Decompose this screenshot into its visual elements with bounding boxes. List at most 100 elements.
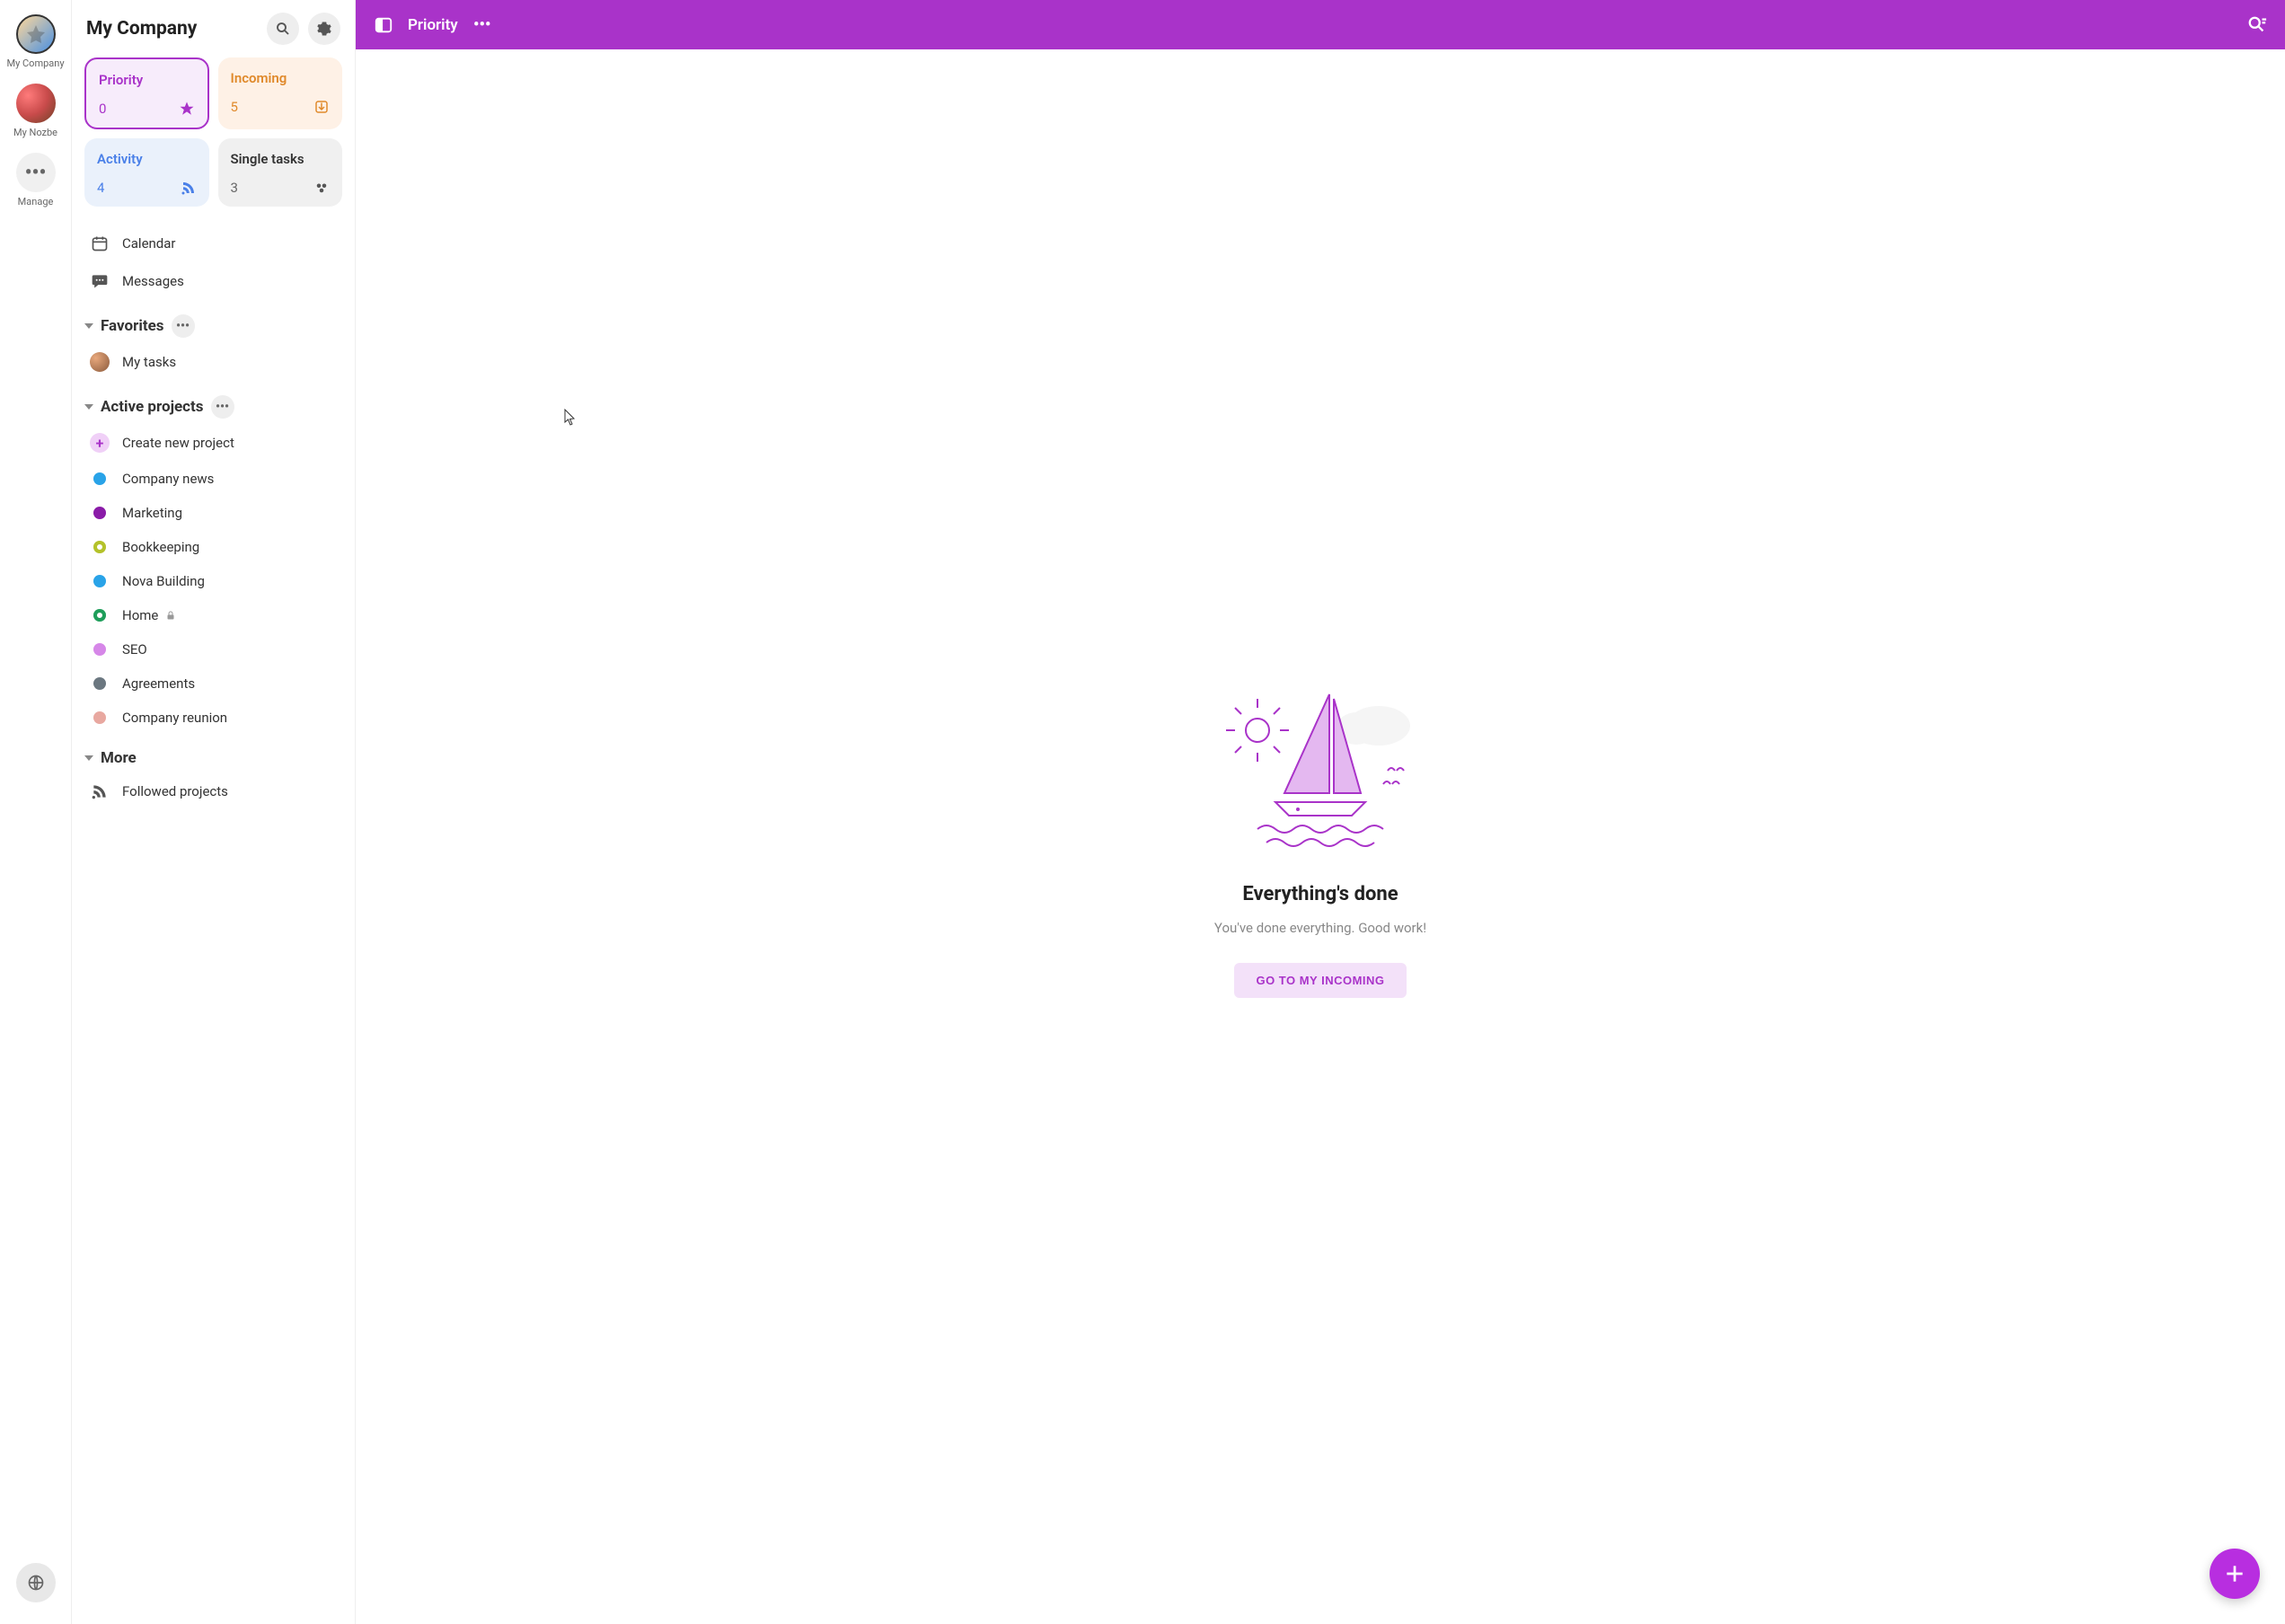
topbar: Priority ••• [356,0,2285,49]
project-item[interactable]: Home [84,598,342,632]
favorite-my-tasks-label: My tasks [122,354,176,370]
chevron-down-icon [84,323,93,329]
project-color-dot [93,609,106,622]
card-priority[interactable]: Priority 0 [84,57,209,129]
project-item[interactable]: Bookkeeping [84,530,342,564]
rail-manage[interactable]: ••• Manage [0,146,71,215]
topbar-more-button[interactable]: ••• [472,15,492,35]
project-item[interactable]: Nova Building [84,564,342,598]
more-followed-label: Followed projects [122,783,228,799]
chevron-down-icon [84,755,93,761]
rail-nozbe[interactable]: My Nozbe [0,76,71,146]
project-label: Company news [122,471,214,487]
rail-nozbe-label: My Nozbe [13,127,57,138]
project-label: Marketing [122,505,182,521]
rail-company-label: My Company [6,57,64,69]
plus-icon: + [90,433,110,453]
project-label: Bookkeeping [122,539,199,555]
project-item[interactable]: Company news [84,462,342,496]
section-more-title: More [101,749,137,767]
add-task-fab[interactable] [2210,1549,2260,1599]
project-label: Nova Building [122,573,205,589]
sidebar-scroll[interactable]: Priority 0 Incoming 5 Activity 4 [72,57,355,1624]
project-item[interactable]: Agreements [84,666,342,701]
rail-company[interactable]: My Company [0,7,71,76]
main: Priority ••• [356,0,2285,1624]
smart-views-grid: Priority 0 Incoming 5 Activity 4 [84,57,342,207]
workspace-rail: My Company My Nozbe ••• Manage [0,0,72,1624]
messages-icon [90,271,110,291]
section-active-projects-more[interactable]: ••• [211,395,234,419]
card-single-count: 3 [231,180,238,196]
star-icon [179,101,195,117]
nav-messages-label: Messages [122,273,184,289]
search-button[interactable] [267,13,299,45]
content-area: Everything's done You've done everything… [356,49,2285,1624]
project-color-dot [93,472,106,485]
nav-calendar[interactable]: Calendar [84,225,342,262]
user-avatar-icon [90,352,110,372]
card-incoming-title: Incoming [231,70,331,86]
project-color-dot [93,711,106,724]
project-label: Company reunion [122,710,227,726]
sidebar-header: My Company [72,0,355,57]
project-item[interactable]: Marketing [84,496,342,530]
favorite-my-tasks[interactable]: My tasks [84,343,342,381]
project-item[interactable]: Company reunion [84,701,342,735]
sidebar-toggle-button[interactable] [374,15,393,35]
project-label: SEO [122,641,147,658]
more-followed-projects[interactable]: Followed projects [84,772,342,810]
section-more-header[interactable]: More [84,749,342,767]
project-item[interactable]: SEO [84,632,342,666]
nav-messages[interactable]: Messages [84,262,342,300]
card-incoming[interactable]: Incoming 5 [218,57,343,129]
ellipsis-icon: ••• [16,153,56,192]
card-priority-title: Priority [99,72,195,88]
empty-state-subtitle: You've done everything. Good work! [1214,920,1426,936]
go-to-incoming-button[interactable]: GO TO MY INCOMING [1234,963,1406,998]
rail-manage-label: Manage [18,196,54,207]
empty-state-title: Everything's done [1242,883,1398,905]
section-favorites-more[interactable]: ••• [172,314,195,338]
project-color-dot [93,507,106,519]
card-single-title: Single tasks [231,151,331,167]
chevron-down-icon [84,404,93,410]
plus-icon [2223,1562,2246,1585]
card-priority-count: 0 [99,101,106,117]
card-activity[interactable]: Activity 4 [84,138,209,207]
nozbe-avatar-icon [16,84,56,123]
card-incoming-count: 5 [231,99,238,115]
card-activity-title: Activity [97,151,197,167]
cursor-icon [564,409,577,427]
project-color-dot [93,541,106,553]
settings-button[interactable] [308,13,340,45]
globe-icon [16,1563,56,1602]
sidebar: My Company Priority 0 Incoming 5 [72,0,356,1624]
create-new-project[interactable]: + Create new project [84,424,342,462]
search-icon [275,21,291,37]
rss-icon [181,180,197,196]
section-active-projects-header[interactable]: Active projects ••• [84,395,342,419]
project-label: Agreements [122,675,195,692]
project-color-dot [93,643,106,656]
nav-calendar-label: Calendar [122,235,176,252]
company-avatar-icon [16,14,56,54]
rail-globe[interactable] [0,1556,71,1624]
card-activity-count: 4 [97,180,104,196]
project-color-dot [93,677,106,690]
card-single-tasks[interactable]: Single tasks 3 [218,138,343,207]
rss-icon [90,781,110,801]
topbar-filter-button[interactable] [2247,15,2267,35]
gear-icon [316,21,332,37]
section-favorites-title: Favorites [101,317,164,335]
dots-cluster-icon [313,180,330,196]
section-favorites-header[interactable]: Favorites ••• [84,314,342,338]
create-new-project-label: Create new project [122,435,234,451]
search-filter-icon [2247,15,2267,35]
sidebar-title: My Company [86,18,258,40]
calendar-icon [90,234,110,253]
sailboat-illustration [1222,676,1419,856]
lock-icon [165,610,176,621]
panel-icon [374,15,393,35]
project-color-dot [93,575,106,587]
